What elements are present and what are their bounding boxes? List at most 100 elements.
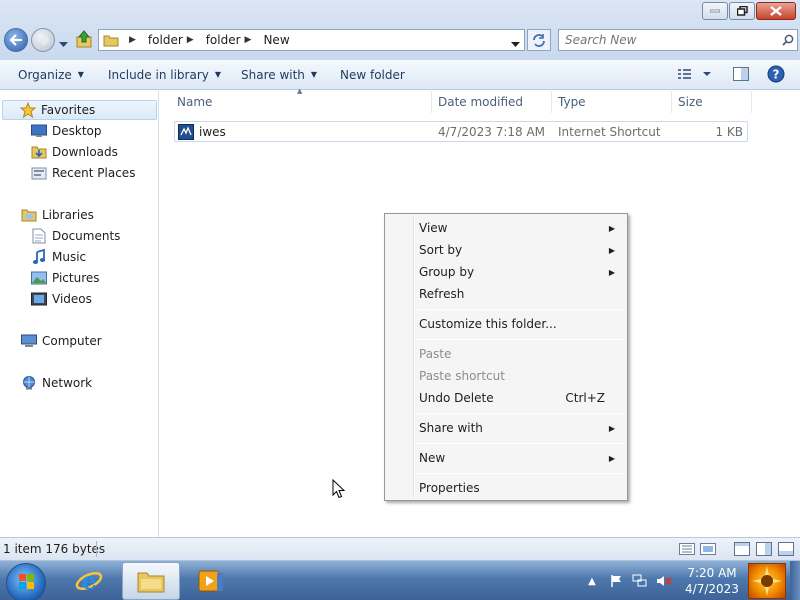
back-button[interactable] (4, 28, 28, 52)
column-header-type[interactable]: Type (552, 91, 672, 113)
desktop-icon (30, 123, 48, 139)
layout-button-1[interactable] (732, 541, 752, 557)
user-tile-flower[interactable] (748, 563, 786, 599)
videos-icon (30, 291, 48, 307)
include-in-library-menu[interactable]: Include in library ▼ (108, 60, 221, 89)
address-history-dropdown[interactable] (511, 37, 520, 51)
column-header-size[interactable]: Size (672, 91, 752, 113)
chevron-down-icon: ▼ (214, 70, 222, 79)
sidebar-item-network[interactable]: Network (20, 373, 92, 393)
arrow-right-icon (37, 34, 50, 46)
sidebar-item-downloads[interactable]: Downloads (30, 142, 118, 162)
layout-button-2[interactable] (754, 541, 774, 557)
status-bar: 1 item 176 bytes (0, 537, 800, 560)
forward-button[interactable] (31, 28, 55, 52)
change-view-button[interactable] (677, 67, 717, 84)
details-view-toggle[interactable] (677, 541, 697, 557)
menu-item-refresh[interactable]: Refresh (387, 283, 625, 305)
internet-explorer-icon: e (75, 566, 103, 595)
layout-single-icon (734, 542, 750, 556)
recent-pages-dropdown[interactable] (59, 37, 68, 51)
refresh-button[interactable] (527, 29, 551, 51)
sidebar-item-videos[interactable]: Videos (30, 289, 92, 309)
action-center-icon[interactable] (604, 571, 628, 591)
start-button[interactable] (6, 563, 46, 600)
menu-item-customize-folder[interactable]: Customize this folder... (387, 313, 625, 335)
taskbar-clock[interactable]: 7:20 AM 4/7/2023 (682, 565, 742, 597)
up-folder-button[interactable] (76, 30, 92, 51)
network-status-icon[interactable] (628, 571, 652, 591)
taskbar-internet-explorer[interactable]: e (60, 562, 118, 600)
sidebar-item-libraries[interactable]: Libraries (20, 205, 94, 225)
menu-separator (417, 309, 623, 310)
menu-item-undo-delete[interactable]: Undo Delete Ctrl+Z (387, 387, 625, 409)
close-button[interactable] (756, 2, 796, 20)
menu-item-new[interactable]: New ▶ (387, 447, 625, 469)
clock-time: 7:20 AM (687, 566, 737, 580)
folder-icon (103, 35, 119, 47)
svg-text:?: ? (773, 68, 780, 82)
show-hidden-icons-button[interactable]: ▲ (580, 571, 604, 591)
details-view-icon (678, 69, 711, 79)
minimize-icon (710, 9, 720, 13)
taskbar-media-player[interactable] (182, 562, 240, 600)
sidebar-item-desktop[interactable]: Desktop (30, 121, 102, 141)
sidebar-item-recent-places[interactable]: Recent Places (30, 163, 135, 183)
network-globe-icon (20, 375, 38, 391)
details-view-icon (679, 543, 695, 555)
chevron-right-icon: ▶ (608, 245, 615, 255)
share-with-menu[interactable]: Share with ▼ (241, 60, 317, 89)
svg-text:e: e (81, 566, 96, 595)
chevron-right-icon: ▶ (608, 267, 615, 277)
breadcrumb-item[interactable]: folder ▶ (206, 33, 258, 47)
volume-muted-icon[interactable] (652, 571, 676, 591)
sidebar-item-pictures[interactable]: Pictures (30, 268, 100, 288)
sidebar-item-computer[interactable]: Computer (20, 331, 102, 351)
breadcrumb-current[interactable]: New (263, 33, 289, 47)
menu-item-paste[interactable]: Paste (387, 343, 625, 365)
menu-item-paste-shortcut[interactable]: Paste shortcut (387, 365, 625, 387)
menu-item-group-by[interactable]: Group by ▶ (387, 261, 625, 283)
help-button[interactable]: ? (767, 65, 785, 86)
sidebar-item-music[interactable]: Music (30, 247, 86, 267)
command-bar: Organize ▼ Include in library ▼ Share with… (0, 60, 800, 90)
system-tray: ▲ (580, 571, 676, 591)
breadcrumb-root-arrow[interactable]: ▶ (125, 35, 142, 45)
breadcrumb-item[interactable]: folder ▶ (148, 33, 200, 47)
restore-button[interactable] (729, 2, 755, 20)
folder-icon (137, 572, 165, 593)
help-icon: ? (767, 65, 785, 83)
address-bar[interactable]: ▶ folder ▶ folder ▶ New (98, 29, 525, 51)
thumbnail-view-toggle[interactable] (698, 541, 718, 557)
menu-item-sort-by[interactable]: Sort by ▶ (387, 239, 625, 261)
taskbar-windows-explorer[interactable] (122, 562, 180, 600)
window-titlebar: ▶ folder ▶ folder ▶ New (0, 0, 800, 60)
chevron-down-icon (511, 42, 520, 47)
restore-icon (736, 6, 748, 16)
minimize-button[interactable] (702, 2, 728, 20)
search-icon[interactable] (779, 34, 797, 46)
libraries-icon (20, 207, 38, 223)
context-menu: View ▶ Sort by ▶ Group by ▶ Refresh Customi… (384, 213, 628, 501)
menu-item-properties[interactable]: Properties (387, 477, 625, 499)
column-header-date[interactable]: Date modified (432, 91, 552, 113)
menu-separator (417, 413, 623, 414)
mouse-cursor-icon (332, 479, 346, 499)
file-row[interactable]: iwes 4/7/2023 7:18 AM Internet Shortcut … (174, 121, 748, 142)
arrow-left-icon (9, 34, 22, 46)
downloads-folder-icon (30, 144, 48, 160)
new-folder-button[interactable]: New folder (340, 60, 405, 89)
preview-pane-button[interactable] (733, 67, 749, 84)
organize-menu[interactable]: Organize ▼ (18, 60, 84, 89)
menu-item-view[interactable]: View ▶ (387, 217, 625, 239)
file-type: Internet Shortcut (558, 124, 661, 139)
documents-icon (30, 228, 48, 244)
sidebar-item-documents[interactable]: Documents (30, 226, 120, 246)
layout-button-3[interactable] (776, 541, 796, 557)
menu-item-share-with[interactable]: Share with ▶ (387, 417, 625, 439)
star-icon (19, 102, 37, 118)
search-input[interactable] (559, 33, 779, 47)
status-divider (96, 541, 97, 557)
show-desktop-button[interactable] (790, 561, 800, 600)
sidebar-item-favorites[interactable]: Favorites (2, 100, 157, 120)
